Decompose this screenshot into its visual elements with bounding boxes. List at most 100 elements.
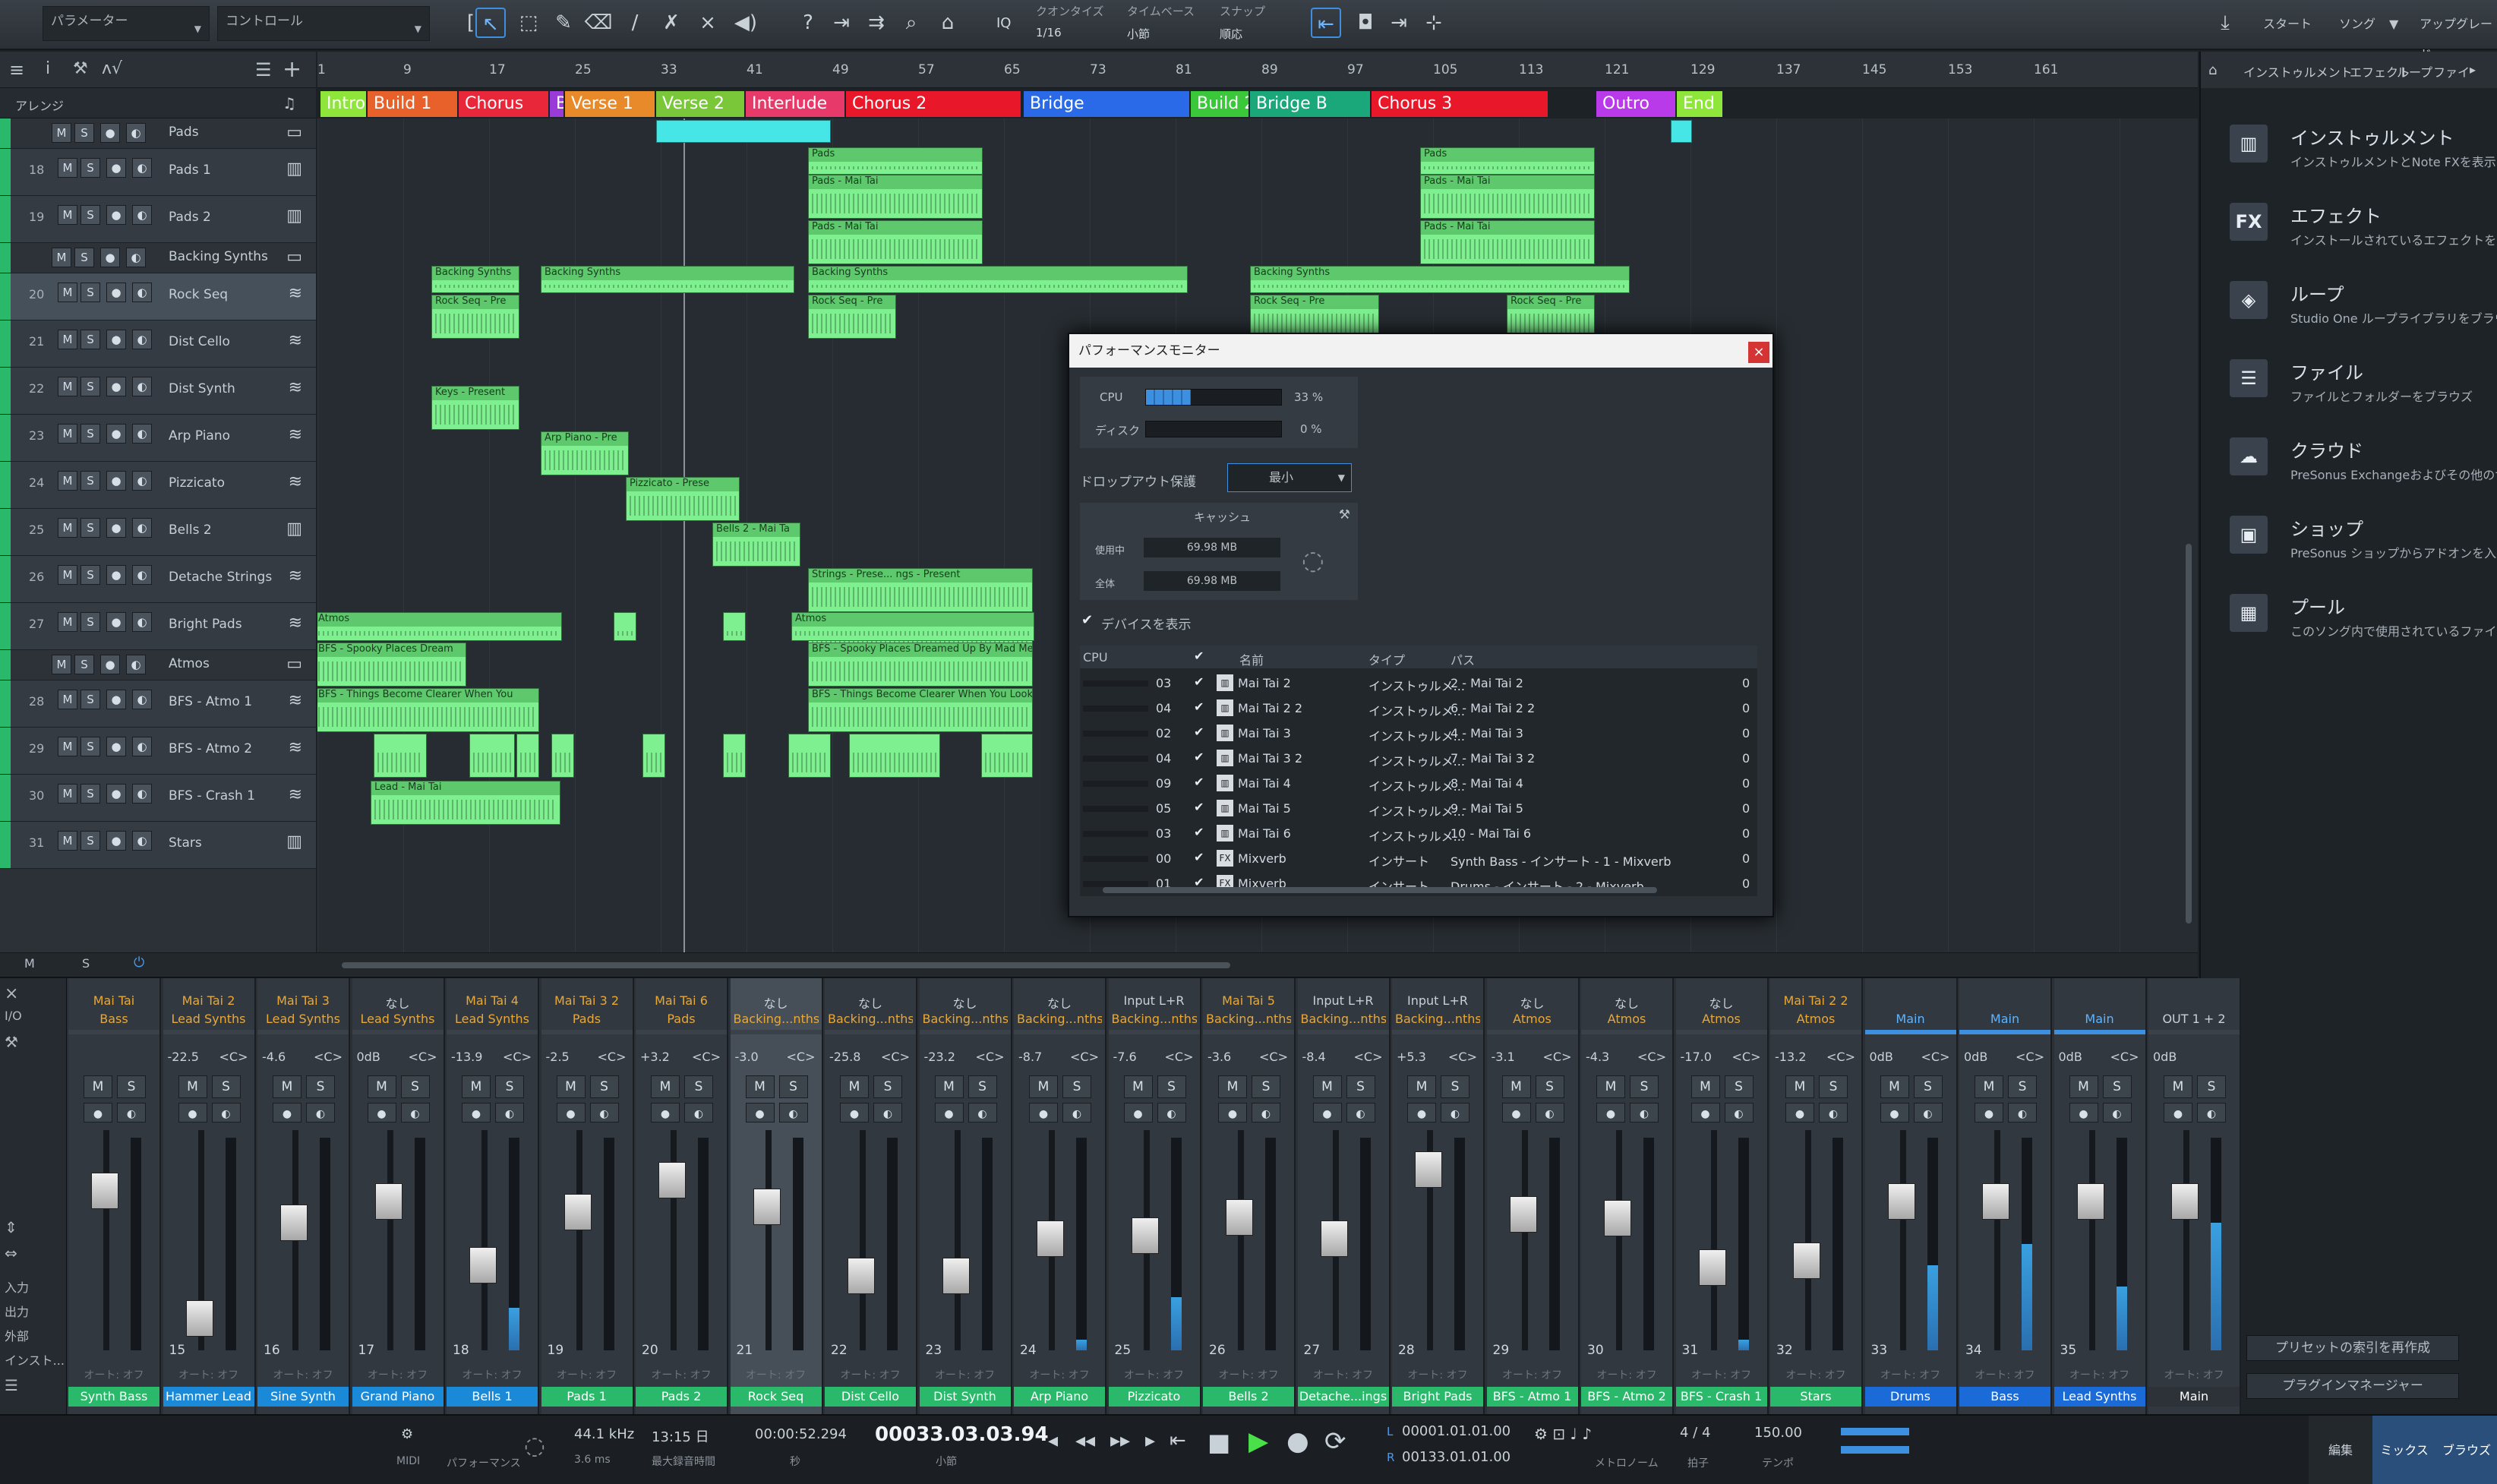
list-icon[interactable]: ☰ <box>5 1376 18 1394</box>
mute-button[interactable]: M <box>2164 1075 2192 1098</box>
monitor-button[interactable]: ◐ <box>2008 1103 2037 1122</box>
record-button[interactable]: ● <box>2069 1103 2098 1122</box>
volume-fader[interactable] <box>469 1247 497 1284</box>
volume-fader[interactable] <box>280 1205 308 1241</box>
monitor-button[interactable]: ◐ <box>1346 1103 1375 1122</box>
mute-button[interactable]: M <box>52 248 71 267</box>
record-arm-button[interactable]: ● <box>106 283 126 302</box>
help-icon[interactable]: ? <box>793 8 823 38</box>
record-arm-button[interactable]: ● <box>106 518 126 538</box>
performance-label[interactable]: パフォーマンス <box>447 1455 521 1470</box>
table-row[interactable]: 01✔FXMixverbインサートDrums - インサート - 2 - Mix… <box>1080 872 1757 897</box>
automation-mode[interactable]: オート: オフ <box>1770 1367 1861 1382</box>
channel-input[interactable]: Input L+R <box>1395 993 1480 1012</box>
song-dropdown-icon[interactable]: ▼ <box>2389 9 2398 39</box>
solo-button[interactable]: S <box>80 690 100 709</box>
time-seconds[interactable]: 00:00:52.294 <box>755 1426 847 1442</box>
channel-input[interactable]: なし <box>355 993 440 1012</box>
monitor-button[interactable]: ◐ <box>132 471 152 491</box>
pan-value[interactable]: <C> <box>1637 1050 1666 1064</box>
clip[interactable] <box>1671 120 1692 143</box>
table-row[interactable]: 02 ✔ ▥ Mai Tai 3 インストゥルメ... 4 - Mai Tai 30 <box>1080 721 1757 747</box>
volume-fader[interactable] <box>658 1162 686 1198</box>
pan-value[interactable]: <C> <box>787 1050 816 1064</box>
channel-input[interactable]: Mai Tai 4 <box>450 993 535 1012</box>
marker-outro[interactable]: Outro <box>1596 91 1675 117</box>
solo-button[interactable]: S <box>80 471 100 491</box>
automation-mode[interactable]: オート: オフ <box>1487 1367 1578 1382</box>
home-icon[interactable]: ⌂ <box>2208 62 2217 78</box>
mute-button[interactable]: M <box>58 283 77 302</box>
channel-input[interactable]: Mai Tai 2 2 <box>1773 993 1858 1012</box>
volume-fader[interactable] <box>374 1183 402 1220</box>
row-checkbox[interactable]: ✔ <box>1194 699 1204 714</box>
solo-button[interactable]: S <box>968 1075 997 1098</box>
row-checkbox[interactable]: ✔ <box>1194 750 1204 764</box>
mute-button[interactable]: M <box>1975 1075 2003 1098</box>
channel-input[interactable] <box>2151 993 2237 1012</box>
pan-value[interactable]: <C> <box>976 1050 1005 1064</box>
track-row[interactable]: 20 M S ● ◐ Rock Seq ≋ <box>0 273 316 320</box>
volume-fader[interactable] <box>753 1189 781 1225</box>
paint-tool-icon[interactable]: ∕ <box>620 8 650 38</box>
record-button[interactable]: ● <box>651 1103 680 1122</box>
column-name[interactable]: 名前 <box>1239 650 1264 668</box>
mute-button[interactable]: M <box>58 565 77 585</box>
clip[interactable]: Backing Synths <box>541 266 794 293</box>
volume-fader[interactable] <box>1982 1183 2009 1220</box>
pan-value[interactable]: <C> <box>1354 1050 1383 1064</box>
monitor-button[interactable]: ◐ <box>1724 1103 1754 1122</box>
mixer-channel-strip[interactable]: Mai Tai Bass M S ● ◐ オート: オフ Synth Bass <box>68 978 161 1416</box>
input-label[interactable]: 入力 <box>5 1277 29 1296</box>
monitor-button[interactable]: ◐ <box>1252 1103 1280 1122</box>
channel-input[interactable]: Input L+R <box>1301 993 1386 1012</box>
add-track-icon[interactable]: + <box>283 56 301 83</box>
row-checkbox[interactable]: ✔ <box>1194 674 1204 689</box>
folder-track[interactable]: M S ● ◐ Atmos ▭ <box>0 650 316 680</box>
split-tool-icon[interactable]: ⨯ <box>693 8 723 38</box>
header-check-icon[interactable]: ✔ <box>1194 649 1204 663</box>
volume-fader[interactable] <box>1793 1242 1820 1280</box>
volume-value[interactable]: -3.0 <box>735 1050 759 1064</box>
ripple-icon[interactable]: ⌂ <box>933 8 963 38</box>
mute-button[interactable]: M <box>58 377 77 396</box>
volume-value[interactable]: -8.4 <box>1302 1050 1326 1064</box>
clip[interactable] <box>614 612 636 641</box>
solo-button[interactable]: S <box>74 655 94 674</box>
channel-input[interactable]: Mai Tai 2 <box>166 993 251 1012</box>
mute-button[interactable]: M <box>367 1075 396 1098</box>
show-devices-checkbox[interactable]: ✔ <box>1081 612 1093 628</box>
clip[interactable] <box>788 734 831 778</box>
tempo[interactable]: 150.00 <box>1754 1425 1802 1441</box>
browser-item[interactable]: ▦ プールこのソング内で使用されているファイルを表 <box>2201 586 2497 665</box>
clip[interactable]: Pads - Mai Tai <box>1420 220 1595 264</box>
pan-value[interactable]: <C> <box>1070 1050 1099 1064</box>
track-row[interactable]: 18 M S ● ◐ Pads 1 ▥ <box>0 149 316 196</box>
marker-bridge[interactable]: Bridge <box>1024 91 1189 117</box>
clip[interactable] <box>551 734 574 778</box>
solo-button[interactable]: S <box>2008 1075 2037 1098</box>
quantize-value[interactable]: 1/16 <box>1036 26 1062 39</box>
mute-all-button[interactable]: M <box>24 956 35 971</box>
record-arm-button[interactable]: ● <box>106 690 126 709</box>
track-row[interactable]: 24 M S ● ◐ Pizzicato ≋ <box>0 462 316 509</box>
monitor-button[interactable]: ◐ <box>968 1103 997 1122</box>
record-arm-button[interactable]: ● <box>106 205 126 225</box>
volume-value[interactable]: -2.5 <box>546 1050 570 1064</box>
pan-value[interactable]: <C> <box>314 1050 343 1064</box>
record-arm-button[interactable]: ● <box>106 330 126 349</box>
pan-value[interactable]: <C> <box>409 1050 437 1064</box>
pan-value[interactable]: <C> <box>598 1050 627 1064</box>
channel-output[interactable]: Backing...nths <box>1395 1012 1480 1030</box>
record-button[interactable]: ● <box>1501 1103 1531 1122</box>
zoom-tool-icon[interactable]: ⌕ <box>896 8 927 38</box>
rebuild-index-button[interactable]: プリセットの索引を再作成 <box>2246 1335 2459 1361</box>
monitor-button[interactable]: ◐ <box>132 784 152 804</box>
folder-track[interactable]: M S ● ◐ Pads ▭ <box>0 118 316 149</box>
time-signature[interactable]: 4 / 4 <box>1680 1425 1710 1441</box>
volume-value[interactable]: -23.2 <box>924 1050 955 1064</box>
automation-mode[interactable]: オート: オフ <box>920 1367 1011 1382</box>
monitor-button[interactable]: ◐ <box>132 205 152 225</box>
output-label[interactable]: 出力 <box>5 1302 29 1320</box>
table-row[interactable]: 04 ✔ ▥ Mai Tai 2 2 インストゥルメ... 6 - Mai Tai 2 2… <box>1080 696 1757 721</box>
